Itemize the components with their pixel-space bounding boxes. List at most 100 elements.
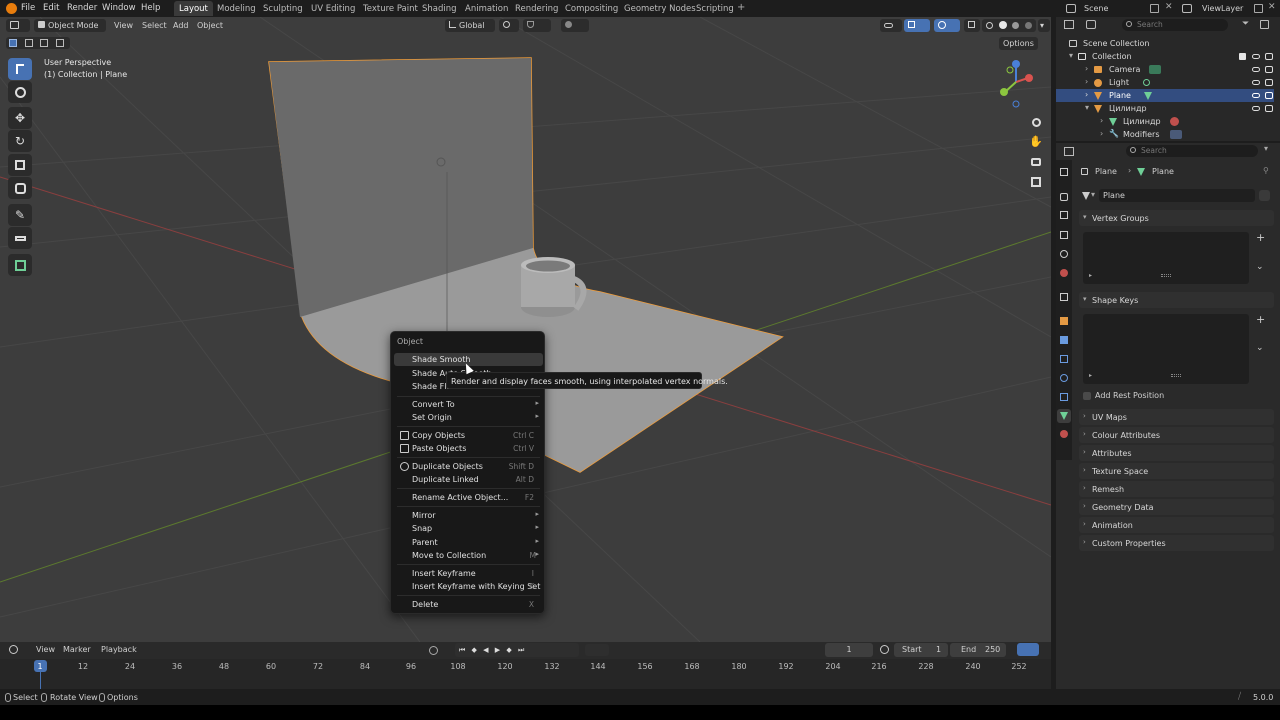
outliner-row-cylinder-mesh[interactable]: › Цилиндр [1056, 115, 1274, 128]
outliner-search[interactable]: Search [1122, 19, 1228, 31]
list-resize-handle-icon[interactable] [1161, 274, 1171, 277]
shading-modes[interactable] [982, 19, 1036, 32]
panel-custom-properties[interactable]: › Custom Properties [1079, 535, 1274, 551]
select-box-tool[interactable] [8, 58, 32, 80]
scene-tab-icon[interactable] [1060, 250, 1068, 258]
list-expand-icon[interactable]: ▸ [1089, 272, 1092, 279]
cursor-tool[interactable] [8, 81, 32, 103]
list-resize-handle-icon[interactable] [1171, 374, 1181, 377]
panel-remesh[interactable]: › Remesh [1079, 481, 1274, 497]
visibility-eye-icon[interactable] [1252, 80, 1260, 85]
rotate-tool[interactable]: ↻ [8, 130, 32, 152]
panel-shape-keys[interactable]: ▾ Shape Keys [1079, 292, 1274, 308]
panel-texture-space[interactable]: › Texture Space [1079, 463, 1274, 479]
view-layer-browse-icon[interactable] [1254, 4, 1263, 13]
expand-arrow-icon[interactable]: › [1085, 64, 1088, 73]
visibility-eye-icon[interactable] [1252, 67, 1260, 72]
exclude-checkbox[interactable] [1239, 53, 1246, 60]
panel-geometry-data[interactable]: › Geometry Data [1079, 499, 1274, 515]
tab-scripting[interactable]: Scripting [691, 1, 739, 16]
expand-arrow-icon[interactable]: ▾ [1085, 103, 1089, 112]
render-camera-icon[interactable] [1265, 92, 1273, 99]
auto-keying-toggle[interactable] [429, 646, 438, 655]
perspective-toggle-button[interactable] [1026, 172, 1046, 192]
transform-orientation-dropdown[interactable]: Global [445, 19, 495, 32]
network-status-icon[interactable]: ⧸ [1238, 692, 1241, 702]
solid-shading-icon[interactable] [998, 21, 1007, 29]
outliner-row-light[interactable]: › Light [1056, 76, 1274, 89]
viewport-menu-add[interactable]: Add [173, 21, 189, 30]
add-cube-tool[interactable] [8, 254, 32, 276]
pivot-dropdown[interactable] [499, 19, 519, 32]
modifier-tab-icon[interactable] [1060, 336, 1068, 344]
physics-tab-icon[interactable] [1060, 374, 1068, 382]
properties-editor-type-icon[interactable] [1064, 147, 1074, 156]
menu-item-insert-keyframe[interactable]: Insert Keyframe I [394, 567, 543, 580]
playback-controls[interactable]: ⏮ ◆ ◀ ▶ ◆ ⏭ [455, 643, 579, 657]
viewport-menu-view[interactable]: View [114, 21, 133, 30]
outliner-row-scene-collection[interactable]: Scene Collection [1056, 37, 1274, 50]
tab-geometry-nodes[interactable]: Geometry Nodes [619, 1, 701, 16]
jump-start-icon[interactable]: ⏮ [459, 646, 465, 654]
tab-rendering[interactable]: Rendering [510, 1, 563, 16]
outliner-row-cylinder[interactable]: ▾ Цилиндр [1056, 102, 1274, 115]
add-shape-key-icon[interactable]: + [1256, 313, 1265, 326]
render-camera-icon[interactable] [1265, 53, 1273, 60]
tab-modeling[interactable]: Modeling [212, 1, 261, 16]
select-intersect-icon[interactable] [56, 39, 64, 47]
material-tab-icon[interactable] [1060, 430, 1068, 438]
datablock-browse-icon[interactable]: ▾ [1091, 190, 1095, 199]
panel-vertex-groups[interactable]: ▾ Vertex Groups [1079, 210, 1274, 226]
scene-icon[interactable] [1066, 4, 1076, 13]
menu-item-delete[interactable]: Delete X [394, 598, 543, 611]
measure-tool[interactable] [8, 227, 32, 249]
scale-tool[interactable] [8, 154, 32, 176]
fake-user-icon[interactable] [1259, 190, 1270, 201]
visibility-eye-icon[interactable] [1252, 93, 1260, 98]
select-mode-buttons[interactable] [6, 37, 70, 49]
collection-tab-icon[interactable] [1060, 293, 1068, 301]
preview-range-toggle[interactable] [1017, 643, 1039, 656]
clock-icon[interactable] [880, 645, 889, 654]
mode-dropdown[interactable]: Object Mode [34, 19, 106, 32]
filter-icon[interactable]: ⏷ [1242, 19, 1249, 29]
play-icon[interactable]: ▶ [495, 646, 500, 654]
panel-attributes[interactable]: › Attributes [1079, 445, 1274, 461]
view-layer-tab-icon[interactable] [1060, 231, 1068, 239]
menu-render[interactable]: Render [67, 3, 97, 13]
viewport-menu-select[interactable]: Select [142, 21, 167, 30]
checkbox-box[interactable] [1083, 392, 1091, 400]
end-frame-field[interactable]: End 250 [950, 643, 1006, 657]
pin-icon[interactable]: ⚲ [1263, 166, 1269, 175]
play-reverse-icon[interactable]: ◀ [483, 646, 488, 654]
list-expand-icon[interactable]: ▸ [1089, 372, 1092, 379]
select-new-icon[interactable] [9, 39, 17, 47]
timeline-menu-playback[interactable]: Playback [101, 645, 137, 654]
visibility-eye-icon[interactable] [1252, 54, 1260, 59]
expand-arrow-icon[interactable]: › [1100, 116, 1103, 125]
expand-arrow-icon[interactable]: › [1100, 129, 1103, 138]
render-camera-icon[interactable] [1265, 66, 1273, 73]
timeline-menu-marker[interactable]: Marker [63, 645, 91, 654]
timeline-editor-type-icon[interactable] [9, 645, 18, 654]
timeline-ruler[interactable] [0, 659, 1051, 689]
view-layer-icon[interactable] [1182, 4, 1192, 13]
outliner-editor-type-icon[interactable] [1064, 20, 1074, 29]
gizmo-toggle[interactable] [904, 19, 930, 32]
world-tab-icon[interactable] [1060, 269, 1068, 277]
render-camera-icon[interactable] [1265, 105, 1273, 112]
visibility-eye-icon[interactable] [1252, 106, 1260, 111]
menu-item-convert-to[interactable]: Convert To ▸ [394, 398, 543, 411]
pan-button[interactable]: ✋ [1026, 131, 1046, 151]
rendered-shading-icon[interactable] [1024, 22, 1032, 29]
expand-arrow-icon[interactable]: › [1085, 90, 1088, 99]
zoom-button[interactable] [1026, 112, 1046, 132]
prev-keyframe-icon[interactable]: ◆ [472, 646, 477, 654]
navigation-gizmo[interactable] [994, 58, 1038, 110]
vertex-groups-list[interactable]: ▸ [1083, 232, 1249, 284]
scene-close-icon[interactable]: ✕ [1165, 2, 1173, 12]
tab-compositing[interactable]: Compositing [560, 1, 623, 16]
menu-item-parent[interactable]: Parent ▸ [394, 536, 543, 549]
tab-texture-paint[interactable]: Texture Paint [358, 1, 423, 16]
editor-type-button[interactable] [6, 19, 30, 32]
